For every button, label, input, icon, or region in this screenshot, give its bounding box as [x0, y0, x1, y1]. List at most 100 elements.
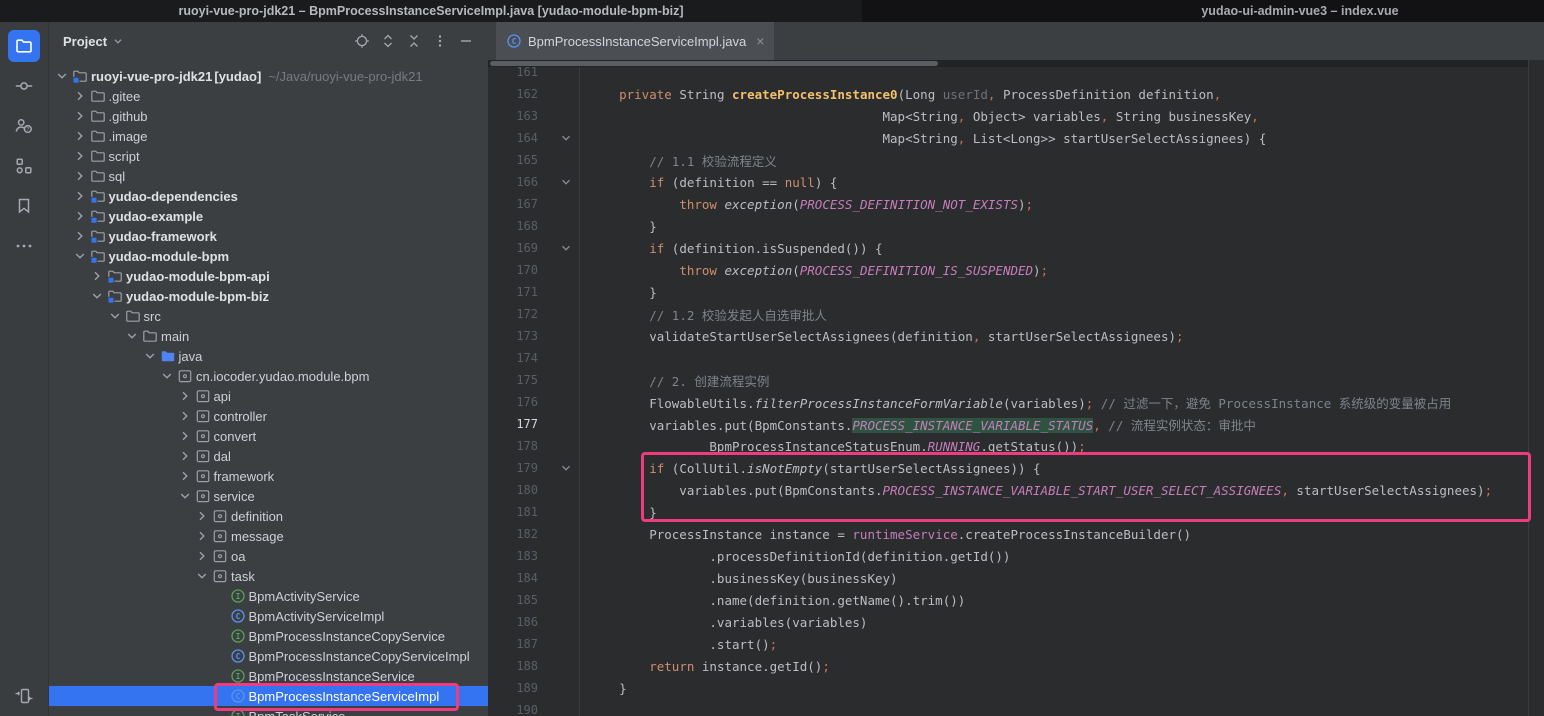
tree-item-message[interactable]: message — [49, 526, 488, 546]
expand-all-button[interactable] — [376, 29, 400, 53]
tree-item--github[interactable]: .github — [49, 106, 488, 126]
tree-item-yudao-module-bpm[interactable]: yudao-module-bpm — [49, 246, 488, 266]
chevron-down-icon[interactable] — [88, 288, 106, 304]
tab-bpmprocessinstanceserviceimpl[interactable]: C BpmProcessInstanceServiceImpl.java × — [496, 22, 774, 60]
chevron-right-icon[interactable] — [71, 188, 89, 204]
code-line-166[interactable]: 166 if (definition == null) { — [488, 171, 1528, 193]
tree-item-cn-iocoder-yudao-module-bpm[interactable]: cn.iocoder.yudao.module.bpm — [49, 366, 488, 386]
tree-item-bpmactivityserviceimpl[interactable]: CBpmActivityServiceImpl — [49, 606, 488, 626]
tree-item-sql[interactable]: sql — [49, 166, 488, 186]
editor-body[interactable]: 161162 private String createProcessInsta… — [488, 60, 1544, 716]
tree-item-service[interactable]: service — [49, 486, 488, 506]
tree-item-main[interactable]: main — [49, 326, 488, 346]
code-line-173[interactable]: 173 validateStartUserSelectAssignees(def… — [488, 325, 1528, 347]
code-line-179[interactable]: 179 if (CollUtil.isNotEmpty(startUserSel… — [488, 457, 1528, 479]
tree-item-framework[interactable]: framework — [49, 466, 488, 486]
tree-item--image[interactable]: .image — [49, 126, 488, 146]
code-line-171[interactable]: 171 } — [488, 281, 1528, 303]
chevron-right-icon[interactable] — [88, 268, 106, 284]
chevron-down-icon[interactable] — [176, 488, 194, 504]
fold-arrow-icon[interactable] — [538, 457, 580, 479]
code-line-172[interactable]: 172 // 1.2 校验发起人自选审批人 — [488, 303, 1528, 325]
tree-item-src[interactable]: src — [49, 306, 488, 326]
tree-item-bpmprocessinstanceservice[interactable]: IBpmProcessInstanceService — [49, 666, 488, 686]
fold-arrow-icon[interactable] — [538, 171, 580, 193]
activity-bookmarks-button[interactable] — [8, 190, 40, 222]
locate-button[interactable] — [350, 29, 374, 53]
chevron-down-icon[interactable] — [53, 68, 71, 84]
activity-terminal-button[interactable] — [8, 680, 40, 712]
code-line-175[interactable]: 175 // 2. 创建流程实例 — [488, 369, 1528, 391]
chevron-down-icon[interactable] — [141, 348, 159, 364]
activity-commit-button[interactable] — [8, 70, 40, 102]
code-line-181[interactable]: 181 } — [488, 501, 1528, 523]
tree-item-bpmprocessinstanceserviceimpl[interactable]: CBpmProcessInstanceServiceImpl — [49, 686, 488, 706]
code-line-183[interactable]: 183 .processDefinitionId(definition.getI… — [488, 545, 1528, 567]
horizontal-scrollbar[interactable] — [488, 60, 1528, 67]
chevron-right-icon[interactable] — [71, 108, 89, 124]
activity-more-button[interactable] — [8, 230, 40, 262]
code-line-174[interactable]: 174 — [488, 347, 1528, 369]
code-line-185[interactable]: 185 .name(definition.getName().trim()) — [488, 589, 1528, 611]
activity-project-button[interactable] — [8, 30, 40, 62]
code-line-189[interactable]: 189 } — [488, 677, 1528, 699]
tree-item-bpmprocessinstancecopyserviceimpl[interactable]: CBpmProcessInstanceCopyServiceImpl — [49, 646, 488, 666]
chevron-right-icon[interactable] — [71, 148, 89, 164]
chevron-right-icon[interactable] — [193, 508, 211, 524]
chevron-down-icon[interactable] — [123, 328, 141, 344]
chevron-right-icon[interactable] — [176, 428, 194, 444]
code-line-168[interactable]: 168 } — [488, 215, 1528, 237]
activity-pull-requests-button[interactable]: ? — [8, 110, 40, 142]
chevron-down-icon[interactable] — [71, 248, 89, 264]
collapse-all-button[interactable] — [402, 29, 426, 53]
chevron-right-icon[interactable] — [71, 88, 89, 104]
activity-structure-button[interactable] — [8, 150, 40, 182]
tree-item-dal[interactable]: dal — [49, 446, 488, 466]
tree-item-bpmactivityservice[interactable]: IBpmActivityService — [49, 586, 488, 606]
tree-item-bpmtaskservice[interactable]: IBpmTaskService — [49, 706, 488, 716]
code-line-164[interactable]: 164 Map<String, List<Long>> startUserSel… — [488, 127, 1528, 149]
options-button[interactable] — [428, 29, 452, 53]
tree-item-script[interactable]: script — [49, 146, 488, 166]
chevron-right-icon[interactable] — [176, 468, 194, 484]
code-line-176[interactable]: 176 FlowableUtils.filterProcessInstanceF… — [488, 391, 1528, 413]
code-line-169[interactable]: 169 if (definition.isSuspended()) { — [488, 237, 1528, 259]
tree-item-yudao-module-bpm-biz[interactable]: yudao-module-bpm-biz — [49, 286, 488, 306]
chevron-right-icon[interactable] — [193, 548, 211, 564]
tree-item--gitee[interactable]: .gitee — [49, 86, 488, 106]
code-line-187[interactable]: 187 .start(); — [488, 633, 1528, 655]
tree-item-yudao-dependencies[interactable]: yudao-dependencies — [49, 186, 488, 206]
tree-item-bpmprocessinstancecopyservice[interactable]: IBpmProcessInstanceCopyService — [49, 626, 488, 646]
chevron-down-icon[interactable] — [158, 368, 176, 384]
code-line-167[interactable]: 167 throw exception(PROCESS_DEFINITION_N… — [488, 193, 1528, 215]
tree-item-task[interactable]: task — [49, 566, 488, 586]
chevron-right-icon[interactable] — [193, 528, 211, 544]
tree-item-ruoyi-vue-pro-jdk21[interactable]: ruoyi-vue-pro-jdk21 [yudao]~/Java/ruoyi-… — [49, 66, 488, 86]
code-line-184[interactable]: 184 .businessKey(businessKey) — [488, 567, 1528, 589]
code-line-190[interactable]: 190 — [488, 699, 1528, 716]
code-line-163[interactable]: 163 Map<String, Object> variables, Strin… — [488, 105, 1528, 127]
code-line-177[interactable]: 177 variables.put(BpmConstants.PROCESS_I… — [488, 413, 1528, 435]
tree-item-yudao-framework[interactable]: yudao-framework — [49, 226, 488, 246]
chevron-right-icon[interactable] — [71, 128, 89, 144]
chevron-down-icon[interactable] — [106, 308, 124, 324]
tree-item-java[interactable]: java — [49, 346, 488, 366]
code-line-165[interactable]: 165 // 1.1 校验流程定义 — [488, 149, 1528, 171]
tree-item-definition[interactable]: definition — [49, 506, 488, 526]
code-line-186[interactable]: 186 .variables(variables) — [488, 611, 1528, 633]
fold-arrow-icon[interactable] — [538, 127, 580, 149]
code-line-180[interactable]: 180 variables.put(BpmConstants.PROCESS_I… — [488, 479, 1528, 501]
chevron-right-icon[interactable] — [71, 168, 89, 184]
chevron-right-icon[interactable] — [176, 448, 194, 464]
tree-item-yudao-module-bpm-api[interactable]: yudao-module-bpm-api — [49, 266, 488, 286]
code-line-170[interactable]: 170 throw exception(PROCESS_DEFINITION_I… — [488, 259, 1528, 281]
horizontal-scrollbar-thumb[interactable] — [490, 61, 938, 66]
chevron-down-icon[interactable] — [193, 568, 211, 584]
tree-item-oa[interactable]: oa — [49, 546, 488, 566]
vertical-scrollbar[interactable] — [1528, 60, 1544, 716]
chevron-right-icon[interactable] — [71, 228, 89, 244]
code-line-182[interactable]: 182 ProcessInstance instance = runtimeSe… — [488, 523, 1528, 545]
tree-item-yudao-example[interactable]: yudao-example — [49, 206, 488, 226]
chevron-right-icon[interactable] — [176, 408, 194, 424]
hide-button[interactable] — [454, 29, 478, 53]
